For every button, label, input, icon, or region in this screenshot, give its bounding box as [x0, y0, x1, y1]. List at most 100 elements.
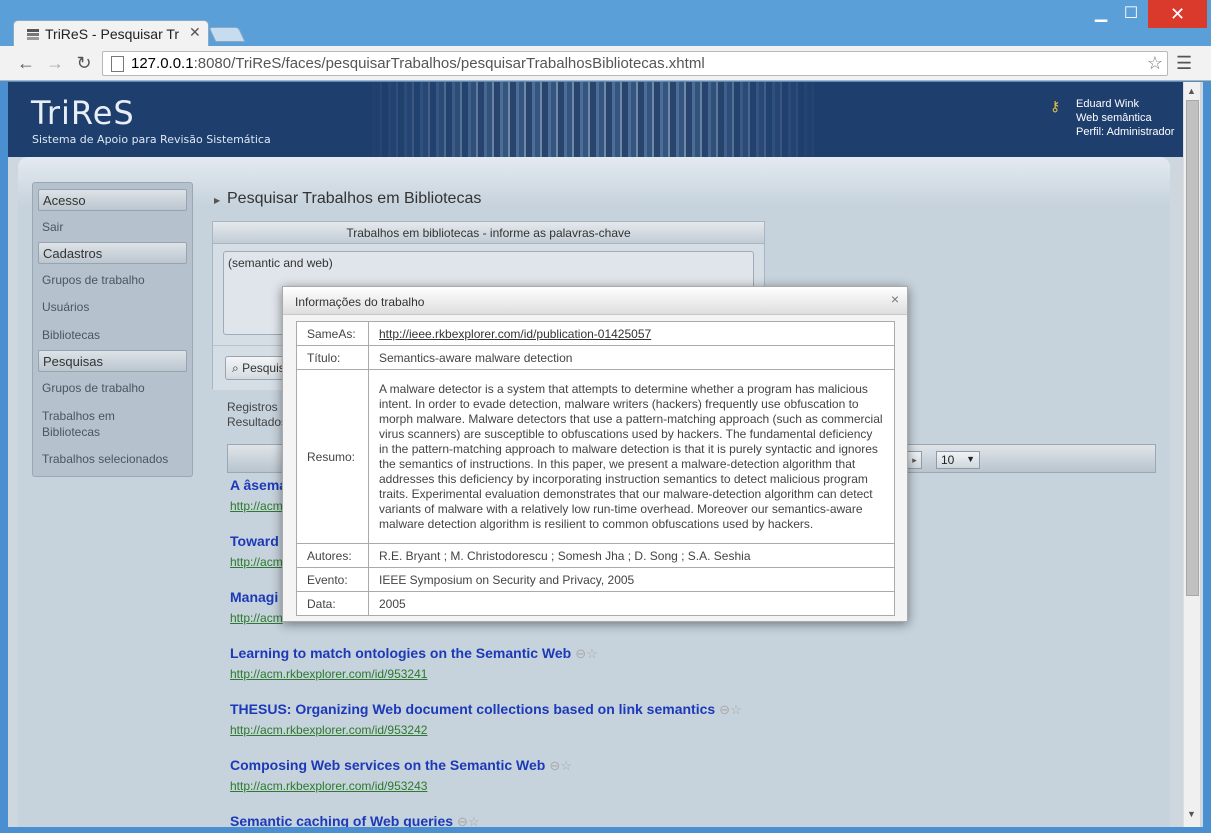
search-icon: ⌕	[232, 361, 239, 375]
address-bar[interactable]: 127.0.0.1:8080/TriReS/faces/pesquisarTra…	[102, 51, 1168, 76]
window-titlebar: TriReS - Pesquisar Tr ✕ ▁ ☐ ✕	[0, 0, 1211, 47]
result-url[interactable]: http://acm.rkbexplorer.com/id/953241	[230, 667, 598, 681]
info-icon[interactable]: ⊖	[719, 702, 730, 717]
result-title[interactable]: Composing Web services on the Semantic W…	[230, 757, 545, 773]
result-title[interactable]: THESUS: Organizing Web document collecti…	[230, 701, 715, 717]
forward-arrow-icon[interactable]: →	[44, 52, 66, 74]
sidebar-item-bibliotecas[interactable]: Bibliotecas	[42, 328, 100, 342]
result-title[interactable]: Managi	[230, 589, 278, 605]
info-icon[interactable]: ⊖	[457, 814, 468, 827]
result-item: A âsema http://acm	[230, 477, 287, 513]
banner-books-image	[366, 82, 824, 157]
user-profile: Perfil: Administrador	[1076, 126, 1175, 138]
row-evento: Evento: IEEE Symposium on Security and P…	[296, 567, 895, 592]
tab-close-icon[interactable]: ✕	[189, 24, 201, 41]
user-name: Eduard Wink	[1076, 98, 1139, 110]
sidebar-item-grupos-trabalho[interactable]: Grupos de trabalho	[42, 273, 145, 287]
row-data: Data: 2005	[296, 591, 895, 616]
window-close-icon[interactable]: ✕	[1148, 0, 1207, 28]
row-sameas: SameAs: http://ieee.rkbexplorer.com/id/p…	[296, 321, 895, 346]
sidebar-section-cadastros[interactable]: Cadastros	[38, 242, 187, 264]
new-tab-button[interactable]	[208, 27, 246, 42]
result-url[interactable]: http://acm.rkbexplorer.com/id/953243	[230, 779, 572, 793]
scroll-thumb[interactable]	[1186, 100, 1199, 596]
user-info: Eduard Wink Web semântica Perfil: Admini…	[1076, 97, 1174, 139]
info-icon[interactable]: ⊖	[575, 646, 586, 661]
titulo-value: Semantics-aware malware detection	[368, 345, 895, 370]
result-item: Semantic caching of Web queries ⊖☆	[230, 813, 480, 827]
sidebar-item-pesquisa-grupos[interactable]: Grupos de trabalho	[42, 381, 145, 395]
page-favicon-icon	[26, 27, 40, 41]
sidebar-item-trabalhos-bibliotecas[interactable]: Trabalhos em Bibliotecas	[42, 408, 115, 440]
result-item: Toward http://acm	[230, 533, 283, 569]
chevron-down-icon: ▼	[966, 454, 975, 464]
scroll-up-icon[interactable]: ▲	[1187, 86, 1196, 96]
evento-label: Evento:	[296, 567, 369, 592]
maximize-icon[interactable]: ☐	[1116, 0, 1146, 28]
result-url[interactable]: http://acm.rkbexplorer.com/id/953242	[230, 723, 742, 737]
row-titulo: Título: Semantics-aware malware detectio…	[296, 345, 895, 370]
sidebar-section-pesquisas[interactable]: Pesquisas	[38, 350, 187, 372]
resultados-label: Resultados	[227, 415, 288, 429]
result-title[interactable]: A âsema	[230, 477, 287, 493]
result-item: Managi http://acm	[230, 589, 283, 625]
rows-per-page-value: 10	[941, 453, 955, 467]
data-value: 2005	[368, 591, 895, 616]
result-url[interactable]: http://acm	[230, 499, 287, 513]
sameas-label: SameAs:	[296, 321, 369, 346]
work-info-table: SameAs: http://ieee.rkbexplorer.com/id/p…	[296, 321, 895, 616]
result-url[interactable]: http://acm	[230, 611, 283, 625]
brand-logo: TriReS	[31, 94, 135, 132]
sidebar-item-sair[interactable]: Sair	[42, 220, 63, 234]
browser-toolbar: ← → ↻ 127.0.0.1:8080/TriReS/faces/pesqui…	[0, 46, 1211, 81]
page-scrollbar[interactable]: ▲ ▼	[1183, 82, 1200, 827]
resumo-label: Resumo:	[296, 369, 369, 544]
autores-label: Autores:	[296, 543, 369, 568]
search-panel-header: Trabalhos em bibliotecas - informe as pa…	[213, 222, 764, 244]
url-path: :8080/TriReS/faces/pesquisarTrabalhos/pe…	[193, 55, 705, 72]
favorite-star-icon[interactable]: ☆	[730, 702, 742, 717]
bookmark-star-icon[interactable]: ☆	[1147, 53, 1163, 74]
tab-title: TriReS - Pesquisar Tr	[45, 26, 180, 42]
evento-value: IEEE Symposium on Security and Privacy, …	[368, 567, 895, 592]
chrome-menu-icon[interactable]: ☰	[1176, 53, 1194, 74]
work-info-dialog: Informações do trabalho × SameAs: http:/…	[282, 286, 908, 622]
result-item: Learning to match ontologies on the Sema…	[230, 645, 598, 681]
data-label: Data:	[296, 591, 369, 616]
reload-icon[interactable]: ↻	[73, 52, 95, 74]
info-icon[interactable]: ⊖	[549, 758, 560, 773]
sameas-link[interactable]: http://ieee.rkbexplorer.com/id/publicati…	[379, 327, 651, 341]
dialog-close-icon[interactable]: ×	[891, 291, 899, 307]
page-icon	[111, 56, 124, 72]
favorite-star-icon[interactable]: ☆	[586, 646, 598, 661]
result-title[interactable]: Semantic caching of Web queries	[230, 813, 453, 827]
result-title[interactable]: Toward	[230, 533, 279, 549]
minimize-icon[interactable]: ▁	[1086, 0, 1116, 28]
favorite-star-icon[interactable]: ☆	[468, 814, 480, 827]
sidebar-menu: Acesso Sair Cadastros Grupos de trabalho…	[32, 182, 193, 477]
sidebar-item-trabalhos-line1: Trabalhos em	[42, 409, 115, 423]
sameas-value: http://ieee.rkbexplorer.com/id/publicati…	[368, 321, 895, 346]
row-resumo: Resumo: A malware detector is a system t…	[296, 369, 895, 544]
registros-label: Registros	[227, 400, 278, 414]
result-item: Composing Web services on the Semantic W…	[230, 757, 572, 793]
sidebar-item-trabalhos-line2: Bibliotecas	[42, 425, 101, 439]
result-title[interactable]: Learning to match ontologies on the Sema…	[230, 645, 571, 661]
sidebar-item-usuarios[interactable]: Usuários	[42, 300, 89, 314]
scroll-down-icon[interactable]: ▼	[1187, 809, 1196, 819]
back-arrow-icon[interactable]: ←	[15, 52, 37, 74]
result-url[interactable]: http://acm	[230, 555, 283, 569]
favorite-star-icon[interactable]: ☆	[560, 758, 572, 773]
url-host: 127.0.0.1	[131, 55, 194, 72]
user-group: Web semântica	[1076, 112, 1152, 124]
site-banner: TriReS Sistema de Apoio para Revisão Sis…	[8, 82, 1183, 157]
autores-value: R.E. Bryant ; M. Christodorescu ; Somesh…	[368, 543, 895, 568]
titulo-label: Título:	[296, 345, 369, 370]
url-text[interactable]: 127.0.0.1:8080/TriReS/faces/pesquisarTra…	[131, 55, 705, 72]
sidebar-item-trabalhos-selecionados[interactable]: Trabalhos selecionados	[42, 452, 168, 466]
sidebar-section-acesso[interactable]: Acesso	[38, 189, 187, 211]
rows-per-page-select[interactable]: 10 ▼	[936, 451, 980, 469]
brand-subtitle: Sistema de Apoio para Revisão Sistemátic…	[32, 133, 271, 146]
browser-tab[interactable]: TriReS - Pesquisar Tr ✕	[13, 20, 209, 47]
pager-last-icon[interactable]: ▸	[907, 451, 922, 469]
